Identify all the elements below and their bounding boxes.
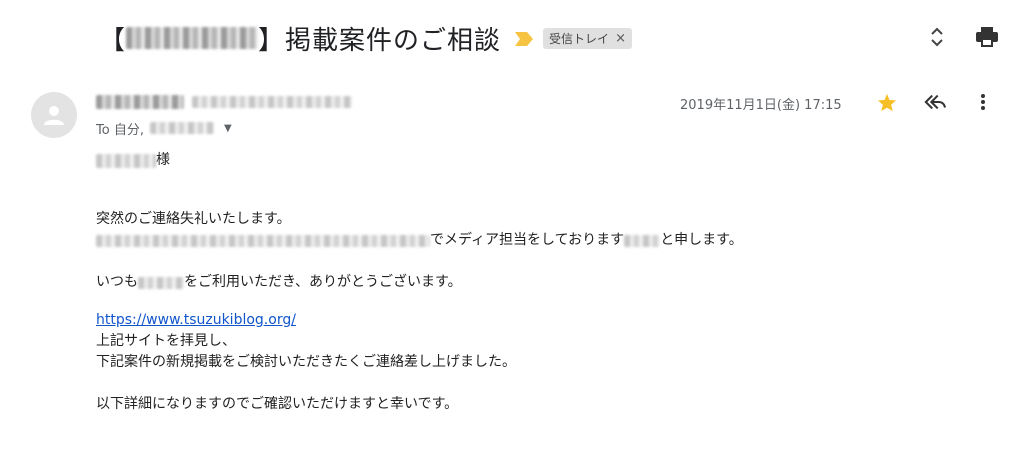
- to-label: To 自分,: [96, 122, 144, 138]
- subject-bracket-open: 【: [99, 25, 127, 56]
- recipient-redacted: [149, 122, 214, 134]
- label-chip-inbox[interactable]: 受信トレイ ×: [543, 27, 632, 49]
- subject-bracket-close: 】: [258, 25, 286, 56]
- body-line-3-a: いつも: [96, 274, 138, 290]
- body-line-1: 突然のご連絡失礼いたします。: [96, 211, 291, 227]
- print-icon[interactable]: [976, 26, 998, 48]
- recipients: To 自分, ▼: [96, 118, 232, 138]
- subject-title: 掲載案件のご相談: [285, 25, 502, 56]
- expand-collapse-icon[interactable]: [926, 26, 948, 48]
- email-subject: 【 】 掲載案件のご相談 受信トレイ ×: [99, 18, 632, 58]
- site-link[interactable]: https://www.tsuzukiblog.org/: [96, 310, 296, 331]
- sender-avatar[interactable]: [31, 92, 77, 138]
- body-line-2-b: と申します。: [660, 232, 743, 248]
- thread-actions: [926, 26, 998, 48]
- label-chip-text: 受信トレイ: [549, 31, 610, 46]
- more-vert-icon[interactable]: [972, 91, 994, 113]
- star-icon[interactable]: [876, 91, 898, 113]
- body-line-5: 上記サイトを拝見し、: [96, 333, 236, 349]
- body-line-3-b: をご利用いただき、ありがとうございます。: [184, 274, 462, 290]
- sender-info[interactable]: [96, 92, 352, 112]
- label-remove-button[interactable]: ×: [615, 31, 626, 46]
- staff-name-redacted: [624, 234, 661, 247]
- body-line-3: いつも をご利用いただき、ありがとうございます。: [96, 272, 743, 293]
- greeting-line: 様: [96, 150, 743, 171]
- sender-email-redacted: [192, 96, 352, 108]
- person-icon: [44, 106, 64, 125]
- body-link-line: https://www.tsuzukiblog.org/: [96, 310, 743, 331]
- reply-icon[interactable]: [924, 91, 946, 113]
- recipient-details-icon[interactable]: ▼: [224, 123, 232, 134]
- message-body: 様 突然のご連絡失礼いたします。 でメディア担当をしております と申します。 い…: [96, 150, 743, 415]
- body-line-7: 以下詳細になりますのでご確認いただけますと幸いです。: [96, 396, 459, 412]
- message-date: 2019年11月1日(金) 17:15: [680, 98, 842, 113]
- recipient-name-redacted: [96, 153, 156, 168]
- subject-redacted: [126, 27, 259, 49]
- message-actions: [876, 91, 994, 113]
- sender-name-redacted: [96, 95, 184, 109]
- body-line-2-a: でメディア担当をしております: [430, 232, 625, 248]
- body-line-2: でメディア担当をしております と申します。: [96, 230, 743, 251]
- greeting-suffix: 様: [156, 152, 170, 168]
- service-redacted: [138, 276, 184, 289]
- importance-marker-icon[interactable]: [515, 31, 534, 46]
- body-line-6: 下記案件の新規掲載をご検討いただきたくご連絡差し上げました。: [96, 354, 516, 370]
- company-redacted: [96, 234, 430, 247]
